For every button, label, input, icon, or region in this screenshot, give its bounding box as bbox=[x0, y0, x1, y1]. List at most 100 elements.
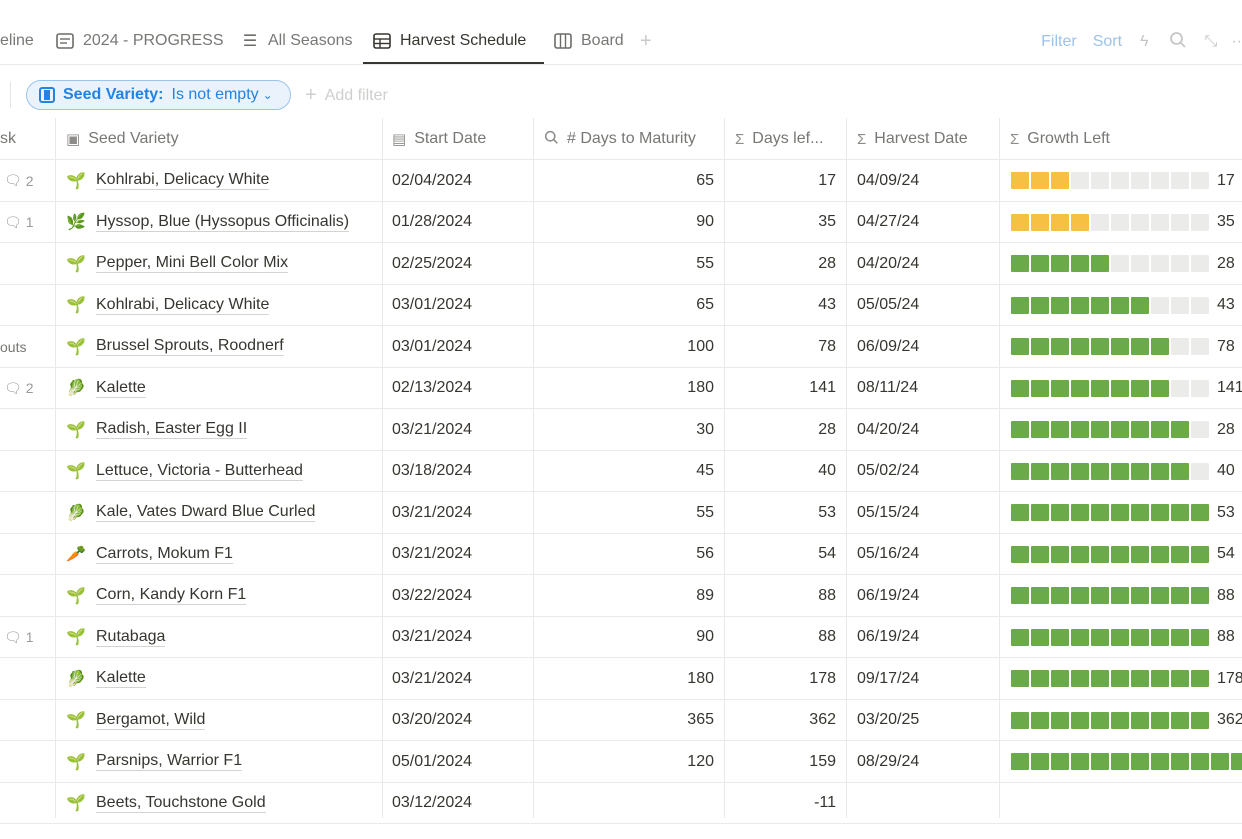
start-date-cell[interactable]: 03/21/2024 bbox=[382, 534, 533, 575]
add-view-icon[interactable]: + bbox=[640, 30, 652, 53]
days-to-maturity-cell[interactable]: 55 bbox=[534, 492, 724, 533]
tab-board[interactable]: Board bbox=[553, 22, 624, 62]
start-date-cell[interactable]: 03/21/2024 bbox=[382, 617, 533, 658]
comment-icon[interactable]: 🗨 bbox=[4, 629, 22, 646]
start-date-cell[interactable]: 03/01/2024 bbox=[382, 285, 533, 326]
start-date-cell[interactable]: 02/25/2024 bbox=[382, 243, 533, 284]
task-cell[interactable] bbox=[0, 575, 55, 616]
seed-variety-cell[interactable]: 🌱 Radish, Easter Egg II bbox=[56, 409, 382, 450]
days-to-maturity-cell[interactable]: 100 bbox=[534, 326, 724, 367]
harvest-date-cell[interactable] bbox=[847, 783, 999, 824]
seed-variety-cell[interactable]: 🥬 Kalette bbox=[56, 368, 382, 409]
days-left-cell[interactable]: -11 bbox=[725, 783, 846, 824]
seed-variety-link[interactable]: Brussel Sprouts, Roodnerf bbox=[96, 337, 284, 356]
table-row[interactable]: 🗨 1 🌱 Rutabaga 03/21/2024 90 88 06/19/24 88 bbox=[0, 617, 1242, 658]
growth-left-cell[interactable]: 17 bbox=[1000, 160, 1242, 201]
seed-variety-cell[interactable]: 🌱 Parsnips, Warrior F1 bbox=[56, 741, 382, 782]
seed-variety-cell[interactable]: 🌱 Rutabaga bbox=[56, 617, 382, 658]
growth-left-cell[interactable]: 35 bbox=[1000, 202, 1242, 243]
tab-timeline[interactable]: eline bbox=[0, 22, 34, 62]
days-to-maturity-cell[interactable]: 90 bbox=[534, 202, 724, 243]
start-date-cell[interactable]: 03/20/2024 bbox=[382, 700, 533, 741]
days-to-maturity-cell[interactable] bbox=[534, 783, 724, 824]
days-to-maturity-cell[interactable]: 55 bbox=[534, 243, 724, 284]
harvest-date-cell[interactable]: 04/20/24 bbox=[847, 243, 999, 284]
table-row[interactable]: 🌱 Kohlrabi, Delicacy White 03/01/2024 65 43 0… bbox=[0, 285, 1242, 326]
seed-variety-link[interactable]: Beets, Touchstone Gold bbox=[96, 794, 266, 813]
harvest-date-cell[interactable]: 03/20/25 bbox=[847, 700, 999, 741]
table-row[interactable]: outs 🌱 Brussel Sprouts, Roodnerf 03/01/2024… bbox=[0, 326, 1242, 368]
task-cell[interactable]: outs bbox=[0, 326, 55, 367]
growth-left-cell[interactable] bbox=[1000, 783, 1242, 824]
seed-variety-link[interactable]: Kohlrabi, Delicacy White bbox=[96, 171, 270, 190]
tab-harvest-schedule[interactable]: Harvest Schedule bbox=[372, 22, 526, 62]
start-date-cell[interactable]: 03/21/2024 bbox=[382, 409, 533, 450]
column-header-growth-left[interactable]: Σ Growth Left bbox=[1000, 118, 1242, 160]
tab-all-seasons[interactable]: ☰ All Seasons bbox=[240, 22, 353, 62]
column-header-seed-variety[interactable]: ▣ Seed Variety bbox=[56, 118, 382, 160]
task-cell[interactable] bbox=[0, 243, 55, 284]
seed-variety-cell[interactable]: 🌱 Kohlrabi, Delicacy White bbox=[56, 285, 382, 326]
days-left-cell[interactable]: 88 bbox=[725, 617, 846, 658]
table-row[interactable]: 🗨 1 🌿 Hyssop, Blue (Hyssopus Officinalis) 01… bbox=[0, 202, 1242, 243]
table-row[interactable]: 🌱 Pepper, Mini Bell Color Mix 02/25/2024 55… bbox=[0, 243, 1242, 285]
days-left-cell[interactable]: 28 bbox=[725, 409, 846, 450]
task-cell[interactable]: 🗨 2 bbox=[0, 368, 55, 409]
comment-icon[interactable]: 🗨 bbox=[4, 214, 22, 231]
seed-variety-cell[interactable]: 🌱 Bergamot, Wild bbox=[56, 700, 382, 741]
table-row[interactable]: 🗨 2 🥬 Kalette 02/13/2024 180 141 08/11/24 141 bbox=[0, 368, 1242, 409]
seed-variety-cell[interactable]: 🌱 Lettuce, Victoria - Butterhead bbox=[56, 451, 382, 492]
days-to-maturity-cell[interactable]: 120 bbox=[534, 741, 724, 782]
harvest-date-cell[interactable]: 04/09/24 bbox=[847, 160, 999, 201]
days-left-cell[interactable]: 178 bbox=[725, 658, 846, 699]
seed-variety-link[interactable]: Corn, Kandy Korn F1 bbox=[96, 586, 247, 605]
column-header-days-to-maturity[interactable]: # Days to Maturity bbox=[534, 118, 724, 160]
table-row[interactable]: 🥬 Kale, Vates Dward Blue Curled 03/21/2024… bbox=[0, 492, 1242, 534]
growth-left-cell[interactable]: 28 bbox=[1000, 409, 1242, 450]
growth-left-cell[interactable] bbox=[1000, 741, 1242, 782]
filter-button[interactable]: Filter bbox=[1041, 33, 1077, 51]
days-to-maturity-cell[interactable]: 65 bbox=[534, 160, 724, 201]
task-cell[interactable] bbox=[0, 700, 55, 741]
table-row[interactable]: 🌱 Corn, Kandy Korn F1 03/22/2024 89 88 06/19/… bbox=[0, 575, 1242, 617]
days-to-maturity-cell[interactable]: 90 bbox=[534, 617, 724, 658]
filter-chip-seed-variety[interactable]: Seed Variety: Is not empty ⌄ bbox=[26, 80, 291, 110]
harvest-date-cell[interactable]: 06/19/24 bbox=[847, 617, 999, 658]
start-date-cell[interactable]: 03/18/2024 bbox=[382, 451, 533, 492]
growth-left-cell[interactable]: 28 bbox=[1000, 243, 1242, 284]
seed-variety-cell[interactable]: 🌱 Brussel Sprouts, Roodnerf bbox=[56, 326, 382, 367]
seed-variety-link[interactable]: Lettuce, Victoria - Butterhead bbox=[96, 462, 303, 481]
seed-variety-cell[interactable]: 🌱 Beets, Touchstone Gold bbox=[56, 783, 382, 824]
expand-icon[interactable]: ⤡ bbox=[1205, 33, 1218, 51]
days-left-cell[interactable]: 78 bbox=[725, 326, 846, 367]
days-to-maturity-cell[interactable]: 365 bbox=[534, 700, 724, 741]
harvest-date-cell[interactable]: 05/16/24 bbox=[847, 534, 999, 575]
seed-variety-link[interactable]: Carrots, Mokum F1 bbox=[96, 545, 233, 564]
days-left-cell[interactable]: 43 bbox=[725, 285, 846, 326]
start-date-cell[interactable]: 05/01/2024 bbox=[382, 741, 533, 782]
seed-variety-link[interactable]: Kale, Vates Dward Blue Curled bbox=[96, 503, 316, 522]
harvest-date-cell[interactable]: 08/11/24 bbox=[847, 368, 999, 409]
start-date-cell[interactable]: 02/04/2024 bbox=[382, 160, 533, 201]
days-left-cell[interactable]: 362 bbox=[725, 700, 846, 741]
seed-variety-link[interactable]: Kalette bbox=[96, 379, 146, 398]
task-cell[interactable]: 🗨 1 bbox=[0, 202, 55, 243]
growth-left-cell[interactable]: 362 bbox=[1000, 700, 1242, 741]
task-cell[interactable] bbox=[0, 451, 55, 492]
task-cell[interactable] bbox=[0, 783, 55, 824]
task-cell[interactable] bbox=[0, 741, 55, 782]
seed-variety-cell[interactable]: 🌿 Hyssop, Blue (Hyssopus Officinalis) bbox=[56, 202, 382, 243]
column-header-days-left[interactable]: Σ Days lef... bbox=[725, 118, 846, 160]
harvest-date-cell[interactable]: 04/27/24 bbox=[847, 202, 999, 243]
seed-variety-link[interactable]: Kohlrabi, Delicacy White bbox=[96, 296, 270, 315]
task-cell[interactable] bbox=[0, 534, 55, 575]
task-cell[interactable]: 🗨 1 bbox=[0, 617, 55, 658]
more-icon[interactable]: ·· bbox=[1231, 33, 1242, 51]
column-header-task[interactable]: sk bbox=[0, 118, 55, 160]
sort-button[interactable]: Sort bbox=[1093, 33, 1122, 51]
growth-left-cell[interactable]: 40 bbox=[1000, 451, 1242, 492]
table-row[interactable]: 🌱 Bergamot, Wild 03/20/2024 365 362 03/20/25 3… bbox=[0, 700, 1242, 741]
column-header-harvest-date[interactable]: Σ Harvest Date bbox=[847, 118, 999, 160]
days-left-cell[interactable]: 35 bbox=[725, 202, 846, 243]
seed-variety-link[interactable]: Rutabaga bbox=[96, 628, 166, 647]
